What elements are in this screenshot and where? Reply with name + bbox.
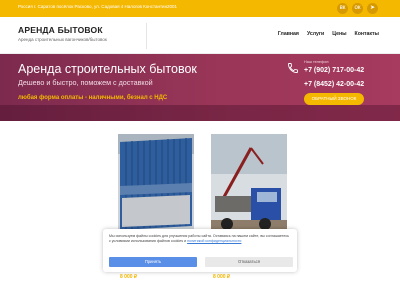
hero-banner: Аренда строительных бытовок Дешево и быс… [0, 54, 400, 121]
header-divider [146, 23, 147, 49]
phone-landline[interactable]: +7 (8452) 42-00-42 [304, 81, 364, 88]
top-bar: Россия г. Саратов посёлок Расково, ул. С… [0, 0, 400, 17]
nav-item-prices[interactable]: Цены [332, 31, 346, 37]
hero-tagline: Дешево и быстро, поможем с доставкой [18, 78, 153, 87]
hero-shade [0, 105, 400, 121]
nav-item-home[interactable]: Главная [278, 31, 299, 37]
site-title[interactable]: АРЕНДА БЫТОВОК [18, 25, 103, 35]
telegram-icon[interactable]: ➤ [367, 3, 378, 14]
product-price: 8 000 ₽ [213, 274, 231, 280]
cookie-text: Мы используем файлы cookies для улучшени… [109, 234, 291, 244]
payment-info: любая форма оплаты - наличными, безнал с… [18, 95, 168, 101]
vk-icon[interactable]: вк [337, 3, 348, 14]
nav-item-services[interactable]: Услуги [307, 31, 324, 37]
accept-cookies-button[interactable]: Принять [109, 257, 197, 267]
phone-icon [288, 63, 298, 73]
phone-label: Наш телефон: [304, 60, 330, 64]
address-text: Россия г. Саратов посёлок Расково, ул. С… [18, 4, 178, 9]
cookie-banner: Мы используем файлы cookies для улучшени… [103, 229, 297, 272]
decline-cookies-button[interactable]: Отказаться [205, 257, 293, 267]
privacy-policy-link[interactable]: политикой конфиденциальности [187, 239, 241, 243]
callback-button[interactable]: ОБРАТНЫЙ ЗВОНОК [304, 93, 364, 105]
site-subtitle: Аренда строительных вагончиков/бытовок [18, 37, 107, 42]
product-price: 8 000 ₽ [120, 274, 138, 280]
hero-heading: Аренда строительных бытовок [18, 62, 197, 76]
site-header: АРЕНДА БЫТОВОК Аренда строительных вагон… [0, 17, 400, 54]
nav-item-contacts[interactable]: Контакты [355, 31, 379, 37]
phone-mobile[interactable]: +7 (902) 717-00-42 [304, 67, 364, 74]
odnoklassniki-icon[interactable]: ок [352, 3, 363, 14]
main-nav: Главная Услуги Цены Контакты [278, 31, 379, 37]
